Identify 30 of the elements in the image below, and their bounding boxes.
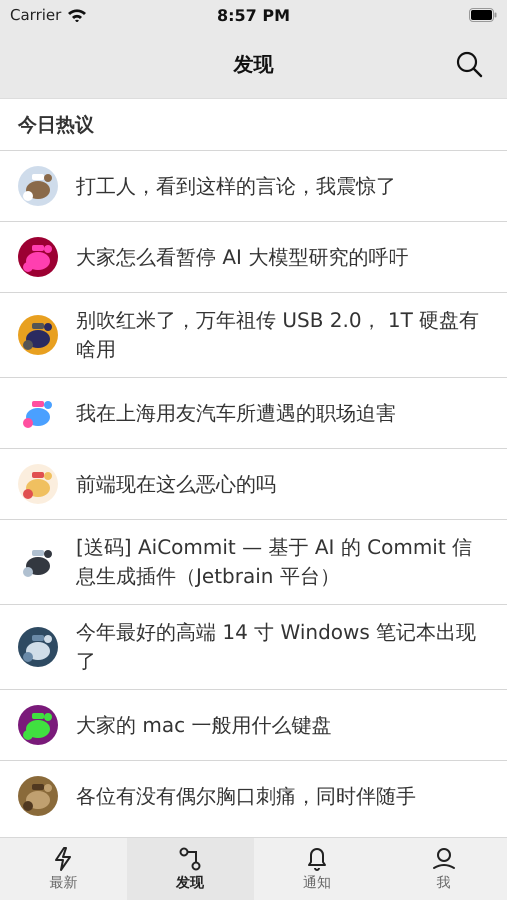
topic-row[interactable]: 大家怎么看暂停 AI 大模型研究的呼吁: [0, 221, 507, 292]
tab-button[interactable]: 通知: [254, 838, 380, 900]
topic-row[interactable]: 大家的 mac 一般用什么键盘: [0, 689, 507, 760]
topic-row[interactable]: 各位有没有偶尔胸口刺痛，同时伴随手: [0, 760, 507, 831]
topic-row[interactable]: 前端现在这么恶心的吗: [0, 448, 507, 519]
topic-title: 今年最好的高端 14 寸 Windows 笔记本出现了: [76, 619, 478, 675]
carrier-label: Carrier: [10, 6, 62, 24]
topic-title: 大家的 mac 一般用什么键盘: [76, 712, 332, 738]
topic-row[interactable]: 打工人，看到这样的言论，我震惊了: [0, 150, 507, 221]
topic-title: 各位有没有偶尔胸口刺痛，同时伴随手: [76, 782, 416, 810]
person-icon: [432, 846, 456, 872]
tab-button[interactable]: 最新: [0, 838, 127, 900]
topic-title: 打工人，看到这样的言论，我震惊了: [76, 172, 396, 200]
section-heading: 今日热议: [16, 113, 95, 138]
topic-row[interactable]: [送码] AiCommit — 基于 AI 的 Commit 信息生成插件（Jetbrain 平台）: [0, 519, 507, 604]
topic-title: [送码] AiCommit — 基于 AI 的 Commit 信息生成插件（Jetbrain 平台）: [76, 534, 474, 590]
tab-button[interactable]: 发现: [126, 838, 254, 900]
page-title: 发现: [234, 50, 274, 78]
tab-button[interactable]: 我: [380, 838, 507, 900]
topic-row[interactable]: 我在上海用友汽车所遭遇的职场迫害: [0, 377, 507, 448]
topic-title: 前端现在这么恶心的吗: [76, 470, 276, 498]
topic-title: 我在上海用友汽车所遭遇的职场迫害: [76, 400, 396, 426]
topic-row[interactable]: 别吹红米了，万年祖传 USB 2.0， 1T 硬盘有啥用: [0, 292, 507, 377]
topic-title: 别吹红米了，万年祖传 USB 2.0， 1T 硬盘有啥用: [76, 307, 480, 363]
wifi-icon: [67, 8, 88, 22]
clock-time: 8:57 PM: [217, 6, 290, 24]
topic-row[interactable]: 今年最好的高端 14 寸 Windows 笔记本出现了: [0, 604, 507, 689]
topic-title: 大家怎么看暂停 AI 大模型研究的呼吁: [76, 244, 408, 270]
battery-icon: [469, 8, 497, 22]
nodes-icon: [178, 846, 202, 872]
